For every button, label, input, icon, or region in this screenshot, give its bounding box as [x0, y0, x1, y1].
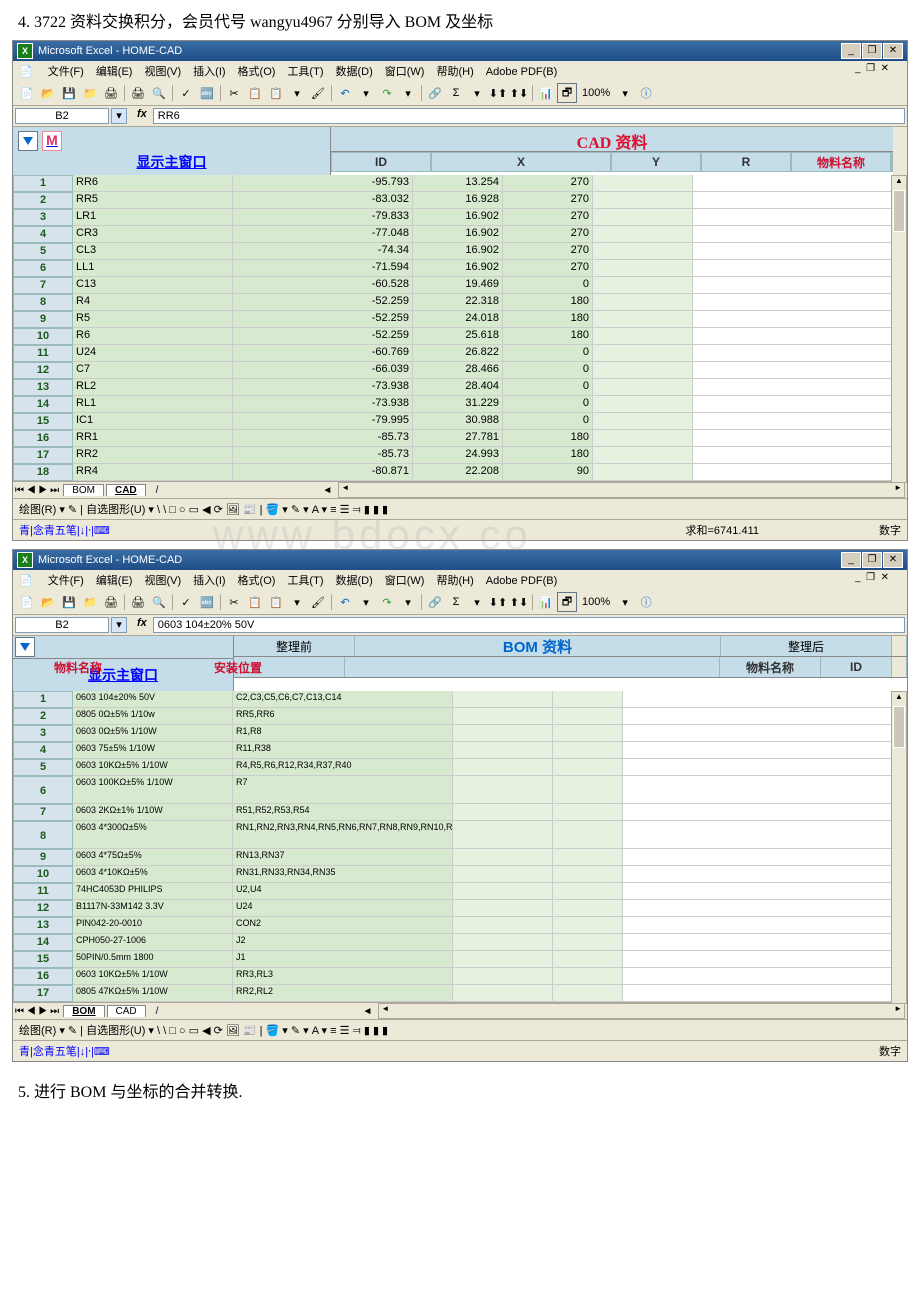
- table-row[interactable]: 60603 100KΩ±5% 1/10WR7: [13, 776, 907, 804]
- formula-bar-row: B2 ▾ fx 0603 104±20% 50V: [13, 615, 907, 636]
- sheet-tabs[interactable]: ⏮ ◀ ▶ ⏭ BOM CAD / ◄: [13, 481, 907, 498]
- column-headers: ID X Y R 物料名称: [331, 152, 893, 172]
- table-row[interactable]: 14CPH050-27-1006J2: [13, 934, 907, 951]
- vertical-scrollbar[interactable]: [891, 691, 907, 1004]
- horizontal-scrollbar[interactable]: [338, 482, 905, 498]
- titlebar: X Microsoft Excel - HOME-CAD _❐✕: [13, 550, 907, 570]
- num-indicator: 数字: [879, 522, 901, 538]
- menubar[interactable]: 📄 文件(F)编辑(E)视图(V)插入(I)格式(O)工具(T)数据(D)窗口(…: [13, 570, 907, 590]
- dropdown-trigger[interactable]: [15, 637, 35, 657]
- tab-cad[interactable]: CAD: [106, 484, 146, 496]
- fx-label[interactable]: fx: [133, 106, 151, 126]
- table-row[interactable]: 1550PIN/0.5mm 1800J1: [13, 951, 907, 968]
- num-indicator: 数字: [879, 1043, 901, 1059]
- table-row[interactable]: 13RL2-73.93828.4040: [13, 379, 907, 396]
- cad-title: CAD 资料: [331, 127, 893, 152]
- tab-cad[interactable]: CAD: [107, 1005, 146, 1017]
- cad-data-grid[interactable]: 1RR6-95.79313.2542702RR5-83.03216.928270…: [13, 175, 907, 481]
- table-row[interactable]: 10R6-52.25925.618180: [13, 328, 907, 345]
- dropdown-trigger[interactable]: [18, 131, 38, 151]
- table-row[interactable]: 170805 47KΩ±5% 1/10WRR2,RL2: [13, 985, 907, 1002]
- bom-data-grid[interactable]: 10603 104±20% 50VC2,C3,C5,C6,C7,C13,C142…: [13, 691, 907, 1002]
- namebox-dropdown[interactable]: ▾: [111, 617, 127, 633]
- table-row[interactable]: 9R5-52.25924.018180: [13, 311, 907, 328]
- formula-bar[interactable]: RR6: [153, 108, 905, 124]
- name-box[interactable]: B2: [15, 108, 109, 124]
- table-row[interactable]: 8R4-52.25922.318180: [13, 294, 907, 311]
- excel-icon: X: [17, 43, 33, 59]
- table-row[interactable]: 50603 10KΩ±5% 1/10WR4,R5,R6,R12,R34,R37,…: [13, 759, 907, 776]
- horizontal-scrollbar[interactable]: [378, 1003, 905, 1019]
- doc-text-5: 5. 进行 BOM 与坐标的合并转换.: [0, 1070, 920, 1110]
- bom-title: BOM 资料: [355, 636, 721, 656]
- table-row[interactable]: 1RR6-95.79313.254270: [13, 175, 907, 192]
- doc-text-4: 4. 3722 资料交换积分，会员代号 wangyu4967 分别导入 BOM …: [0, 0, 920, 40]
- menubar[interactable]: 📄 文件(F)编辑(E)视图(V)插入(I)格式(O)工具(T)数据(D)窗口(…: [13, 61, 907, 81]
- table-row[interactable]: 40603 75±5% 1/10WR11,R38: [13, 742, 907, 759]
- ime-indicator: 青|念青五笔|↓|⸱|⌨: [19, 522, 110, 538]
- hdr-before: 整理前: [234, 636, 355, 656]
- table-row[interactable]: 15IC1-79.99530.9880: [13, 413, 907, 430]
- table-row[interactable]: 10603 104±20% 50VC2,C3,C5,C6,C7,C13,C14: [13, 691, 907, 708]
- standard-toolbar[interactable]: 📄📂💾📁🖨🖨🔍✓🔤✂📋📋▾🖌↶▾↷▾🔗Σ▾⬇⬆⬆⬇📊🗗100%▾ⓘ: [13, 81, 907, 106]
- title-text: Microsoft Excel - HOME-CAD: [38, 45, 182, 57]
- table-row[interactable]: 11U24-60.76926.8220: [13, 345, 907, 362]
- excel-icon: X: [17, 552, 33, 568]
- table-row[interactable]: 7C13-60.52819.4690: [13, 277, 907, 294]
- table-row[interactable]: 14RL1-73.93831.2290: [13, 396, 907, 413]
- table-row[interactable]: 70603 2KΩ±1% 1/10WR51,R52,R53,R54: [13, 804, 907, 821]
- formula-bar-row: B2 ▾ fx RR6: [13, 106, 907, 127]
- status-bar: 青|念青五笔|↓|⸱|⌨ 数字: [13, 1040, 907, 1061]
- table-row[interactable]: 5CL3-74.3416.902270: [13, 243, 907, 260]
- table-row[interactable]: 17RR2-85.7324.993180: [13, 447, 907, 464]
- title-text: Microsoft Excel - HOME-CAD: [38, 554, 182, 566]
- window-buttons[interactable]: _❐✕: [840, 552, 903, 568]
- table-row[interactable]: 16RR1-85.7327.781180: [13, 430, 907, 447]
- titlebar: X Microsoft Excel - HOME-CAD _❐✕: [13, 41, 907, 61]
- table-row[interactable]: 18RR4-80.87122.20890: [13, 464, 907, 481]
- table-row[interactable]: 12C7-66.03928.4660: [13, 362, 907, 379]
- table-row[interactable]: 1174HC4053D PHILIPSU2,U4: [13, 883, 907, 900]
- standard-toolbar[interactable]: 📄📂💾📁🖨🖨🔍✓🔤✂📋📋▾🖌↶▾↷▾🔗Σ▾⬇⬆⬆⬇📊🗗100%▾ⓘ: [13, 590, 907, 615]
- namebox-dropdown[interactable]: ▾: [111, 108, 127, 124]
- window-buttons[interactable]: _❐✕: [840, 43, 903, 59]
- table-row[interactable]: 4CR3-77.04816.902270: [13, 226, 907, 243]
- drawing-toolbar[interactable]: 绘图(R) ▾ ✎ | 自选图形(U) ▾ \ \ □ ○ ▭ ◀ ⟳ 🖼 📰 …: [13, 1019, 907, 1040]
- table-row[interactable]: 3LR1-79.83316.902270: [13, 209, 907, 226]
- status-bar: 青|念青五笔|↓|⸱|⌨ 求和=6741.411 数字: [13, 519, 907, 540]
- sheet-tabs[interactable]: ⏮ ◀ ▶ ⏭ BOM CAD / ◄: [13, 1002, 907, 1019]
- tab-bom[interactable]: BOM: [63, 484, 104, 496]
- tab-bom[interactable]: BOM: [63, 1005, 104, 1017]
- table-row[interactable]: 13PIN042-20-0010CON2: [13, 917, 907, 934]
- table-row[interactable]: 80603 4*300Ω±5%RN1,RN2,RN3,RN4,RN5,RN6,R…: [13, 821, 907, 849]
- fx-label[interactable]: fx: [133, 615, 151, 635]
- ime-indicator: 青|念青五笔|↓|⸱|⌨: [19, 1043, 110, 1059]
- vertical-scrollbar[interactable]: [891, 175, 907, 483]
- show-main-window-link[interactable]: M 显示主窗口: [13, 127, 331, 175]
- table-row[interactable]: 30603 0Ω±5% 1/10WR1,R8: [13, 725, 907, 742]
- table-row[interactable]: 100603 4*10KΩ±5%RN31,RN33,RN34,RN35: [13, 866, 907, 883]
- table-row[interactable]: 20805 0Ω±5% 1/10wRR5,RR6: [13, 708, 907, 725]
- excel-window-cad: X Microsoft Excel - HOME-CAD _❐✕ 📄 文件(F)…: [12, 40, 908, 541]
- table-row[interactable]: 160603 10KΩ±5% 1/10WRR3,RL3: [13, 968, 907, 985]
- formula-bar[interactable]: 0603 104±20% 50V: [153, 617, 905, 633]
- table-row[interactable]: 2RR5-83.03216.928270: [13, 192, 907, 209]
- table-row[interactable]: 6LL1-71.59416.902270: [13, 260, 907, 277]
- autosum: 求和=6741.411: [686, 522, 760, 538]
- drawing-toolbar[interactable]: 绘图(R) ▾ ✎ | 自选图形(U) ▾ \ \ □ ○ ▭ ◀ ⟳ 🖼 📰 …: [13, 498, 907, 519]
- hdr-after: 整理后: [721, 636, 892, 656]
- name-box[interactable]: B2: [15, 617, 109, 633]
- table-row[interactable]: 12B1117N-33M142 3.3VU24: [13, 900, 907, 917]
- excel-window-bom: X Microsoft Excel - HOME-CAD _❐✕ 📄 文件(F)…: [12, 549, 908, 1062]
- m-button[interactable]: M: [42, 131, 62, 151]
- table-row[interactable]: 90603 4*75Ω±5%RN13,RN37: [13, 849, 907, 866]
